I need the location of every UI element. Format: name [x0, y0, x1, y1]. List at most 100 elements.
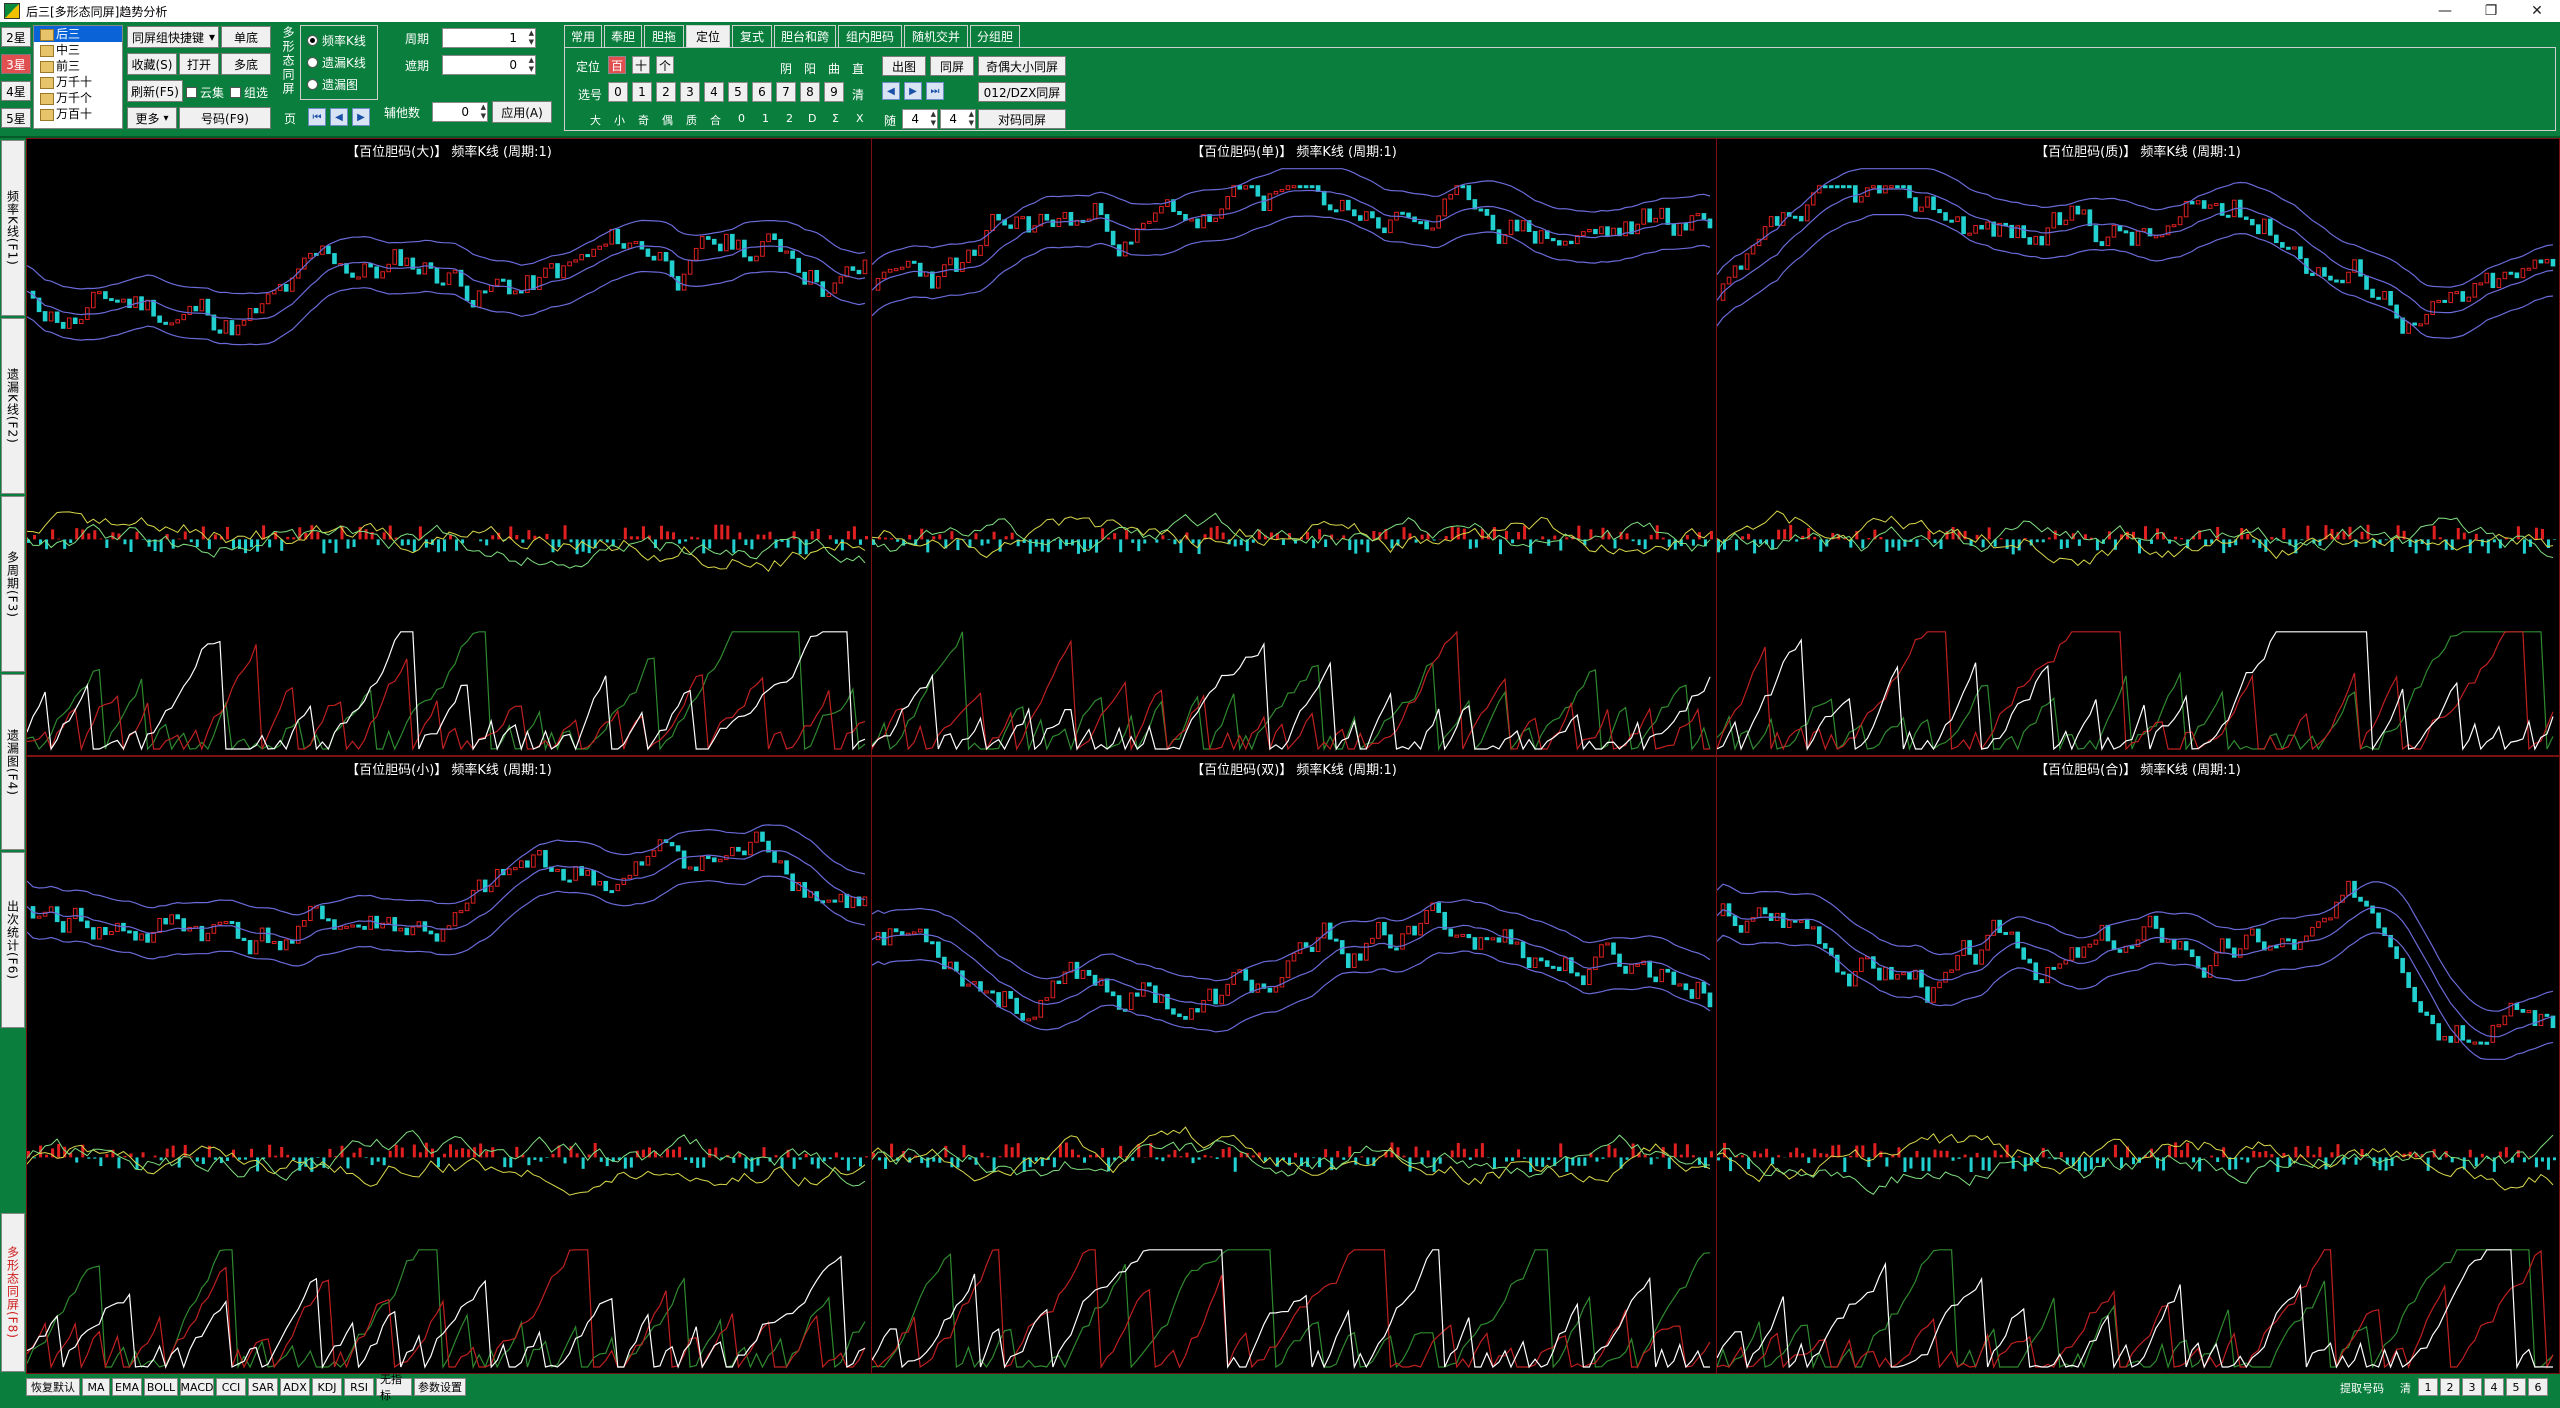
digit-6-button[interactable]: 6 [752, 82, 772, 102]
open-button[interactable]: 打开 [179, 53, 219, 75]
rail-count-stats[interactable]: 出次统计(F6) [1, 852, 25, 1028]
star-2-button[interactable]: 2星 [1, 27, 31, 47]
mode-kline-radio[interactable]: 频率K线 [307, 32, 366, 49]
indicator-kdj-button[interactable]: KDJ [312, 1378, 342, 1396]
page-5-button[interactable]: 5 [2506, 1378, 2526, 1396]
chart-panel[interactable]: 【百位胆码(双)】 频率K线 (周期:1) [871, 756, 1717, 1374]
pos-hundreds-button[interactable]: 百 [608, 56, 626, 74]
tab-dantuo[interactable]: 胆拖 [644, 25, 684, 47]
char-d[interactable]: D [808, 112, 816, 125]
status-clear-label[interactable]: 清 [2400, 1380, 2411, 1396]
close-button[interactable]: ✕ [2514, 0, 2560, 22]
page-1-button[interactable]: 1 [2418, 1378, 2438, 1396]
pair-screen-button[interactable]: 对码同屏 [978, 109, 1066, 129]
digit-7-button[interactable]: 7 [776, 82, 796, 102]
position-list[interactable]: 后三 中三 前三 万千十 万千个 万百十 [33, 25, 123, 129]
digit-1-button[interactable]: 1 [632, 82, 652, 102]
digit-9-button[interactable]: 9 [824, 82, 844, 102]
page-6-button[interactable]: 6 [2528, 1378, 2548, 1396]
list-item[interactable]: 前三 [34, 58, 122, 74]
refresh-button[interactable]: 刷新(F5) [127, 80, 183, 102]
char-x[interactable]: X [856, 112, 864, 125]
favorite-button[interactable]: 收藏(S) [127, 53, 177, 75]
char-ji[interactable]: 奇 [638, 112, 649, 128]
chart-panel[interactable]: 【百位胆码(合)】 频率K线 (周期:1) [1716, 756, 2560, 1374]
yang-label[interactable]: 阳 [804, 60, 816, 77]
indicator-rsi-button[interactable]: RSI [344, 1378, 374, 1396]
digit-4-button[interactable]: 4 [704, 82, 724, 102]
show-chart-button[interactable]: 出图 [882, 56, 926, 76]
tab-fenzu[interactable]: 分组胆 [970, 25, 1020, 47]
period-spinner[interactable]: 1 [442, 28, 536, 48]
rail-miss-chart[interactable]: 遗漏图(F4) [1, 674, 25, 850]
list-item[interactable]: 中三 [34, 42, 122, 58]
chart-panel[interactable]: 【百位胆码(大)】 频率K线 (周期:1) [26, 138, 872, 756]
list-item[interactable]: 万百十 [34, 106, 122, 122]
mode-miss-chart-radio[interactable]: 遗漏图 [307, 76, 358, 93]
yuji-checkbox[interactable]: 云集 [186, 84, 224, 101]
tab-dingwei[interactable]: 定位 [686, 25, 730, 47]
odd-even-button[interactable]: 奇偶大小同屏 [978, 56, 1066, 76]
tab-fushi[interactable]: 复式 [732, 25, 772, 47]
char-2[interactable]: 2 [786, 112, 793, 125]
digit-3-button[interactable]: 3 [680, 82, 700, 102]
indicator-ema-button[interactable]: EMA [112, 1378, 142, 1396]
char-sigma[interactable]: Σ [832, 112, 839, 125]
pos-tens-button[interactable]: 十 [632, 56, 650, 74]
minimize-button[interactable]: — [2422, 0, 2468, 22]
tab-zunei[interactable]: 组内胆码 [838, 25, 902, 47]
lag-spinner[interactable]: 0 [442, 55, 536, 75]
chart-panel[interactable]: 【百位胆码(质)】 频率K线 (周期:1) [1716, 138, 2560, 756]
char-he[interactable]: 合 [710, 112, 721, 128]
star-3-button[interactable]: 3星 [1, 54, 31, 74]
prev-icon[interactable]: ◀ [882, 82, 900, 100]
char-0[interactable]: 0 [738, 112, 745, 125]
page-4-button[interactable]: 4 [2484, 1378, 2504, 1396]
first-page-icon[interactable]: ⏮ [308, 108, 326, 126]
rail-multi-period[interactable]: 多周期(F3) [1, 496, 25, 672]
more-button[interactable]: 更多 ▾ [127, 107, 177, 129]
chart-panel[interactable]: 【百位胆码(小)】 频率K线 (周期:1) [26, 756, 872, 1374]
indicator-ma-button[interactable]: MA [82, 1378, 110, 1396]
indicator-sar-button[interactable]: SAR [248, 1378, 278, 1396]
dzx-button[interactable]: 012/DZX同屏 [978, 82, 1066, 102]
digit-5-button[interactable]: 5 [728, 82, 748, 102]
rail-multi-form[interactable]: 多形态同屏(F8) [1, 1213, 25, 1372]
rail-miss-kline[interactable]: 遗漏K线(F2) [1, 318, 25, 494]
indicator-adx-button[interactable]: ADX [280, 1378, 310, 1396]
random-b-spinner[interactable]: 4 [940, 109, 976, 129]
pos-ones-button[interactable]: 个 [656, 56, 674, 74]
indicator-reset-button[interactable]: 恢复默认 [26, 1378, 80, 1396]
tab-changyong[interactable]: 常用 [564, 25, 602, 47]
list-item[interactable]: 万千个 [34, 90, 122, 106]
char-ou[interactable]: 偶 [662, 112, 673, 128]
multi-bottom-button[interactable]: 多底 [221, 53, 271, 75]
fetch-label[interactable]: 提取号码 [2340, 1380, 2384, 1396]
char-da[interactable]: 大 [590, 112, 601, 128]
last-icon[interactable]: ⏭ [926, 82, 944, 100]
star-4-button[interactable]: 4星 [1, 81, 31, 101]
number-f9-button[interactable]: 号码(F9) [179, 107, 271, 129]
page-2-button[interactable]: 2 [2440, 1378, 2460, 1396]
list-item[interactable]: 万千十 [34, 74, 122, 90]
single-bottom-button[interactable]: 单底 [221, 26, 271, 48]
next-page-icon[interactable]: ▶ [352, 108, 370, 126]
apply-button[interactable]: 应用(A) [492, 101, 552, 123]
indicator-none-button[interactable]: 无指标 [376, 1373, 412, 1402]
indicator-settings-button[interactable]: 参数设置 [414, 1378, 466, 1396]
char-xiao[interactable]: 小 [614, 112, 625, 128]
chart-panel[interactable]: 【百位胆码(单)】 频率K线 (周期:1) [871, 138, 1717, 756]
qu-label[interactable]: 曲 [828, 60, 840, 77]
indicator-cci-button[interactable]: CCI [216, 1378, 246, 1396]
same-screen-button[interactable]: 同屏 [930, 56, 974, 76]
char-1[interactable]: 1 [762, 112, 769, 125]
tab-suiji[interactable]: 随机交并 [904, 25, 968, 47]
prev-page-icon[interactable]: ◀ [330, 108, 348, 126]
list-item[interactable]: 后三 [34, 26, 122, 42]
clear-label[interactable]: 清 [852, 86, 864, 103]
yin-label[interactable]: 阴 [780, 60, 792, 77]
zuxuan-checkbox[interactable]: 组选 [230, 84, 268, 101]
char-zhi[interactable]: 质 [686, 112, 697, 128]
indicator-macd-button[interactable]: MACD [180, 1378, 214, 1396]
random-a-spinner[interactable]: 4 [902, 109, 938, 129]
